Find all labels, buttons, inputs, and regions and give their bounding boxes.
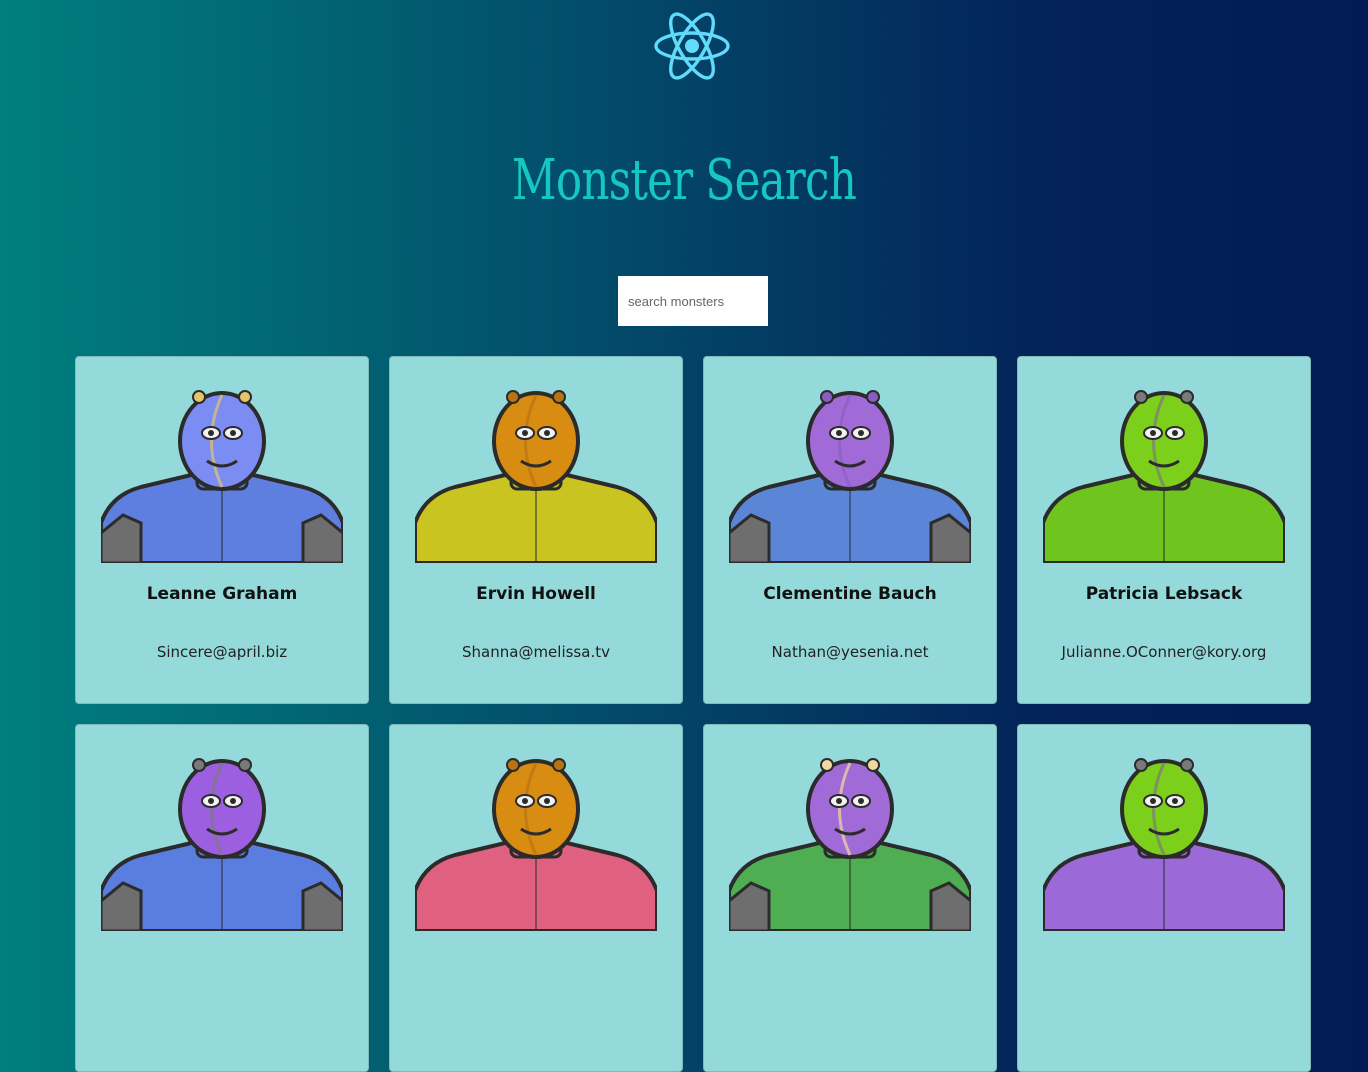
monster-name: Leanne Graham	[146, 584, 298, 604]
monster-email: Sincere@april.biz	[156, 643, 288, 661]
page-title: Monster Search	[511, 148, 857, 213]
monster-avatar-icon	[1043, 390, 1285, 563]
monster-avatar-icon	[415, 390, 657, 563]
monster-card[interactable]: Ervin Howell Shanna@melissa.tv	[389, 356, 683, 704]
monster-avatar-icon	[101, 390, 343, 563]
monster-avatar-icon	[415, 758, 657, 931]
monster-name: Clementine Bauch	[763, 584, 937, 604]
monster-card[interactable]	[1017, 724, 1311, 1072]
monster-card[interactable]	[389, 724, 683, 1072]
monster-card[interactable]	[703, 724, 997, 1072]
monster-email: Julianne.OConner@kory.org	[1061, 643, 1267, 661]
search-input[interactable]	[618, 276, 768, 326]
monster-card[interactable]: Patricia Lebsack Julianne.OConner@kory.or…	[1017, 356, 1311, 704]
monster-email: Shanna@melissa.tv	[462, 643, 610, 661]
monster-card[interactable]	[75, 724, 369, 1072]
monster-avatar-icon	[101, 758, 343, 931]
monster-name: Ervin Howell	[476, 584, 596, 604]
monster-email: Nathan@yesenia.net	[771, 643, 929, 661]
monster-avatar-icon	[1043, 758, 1285, 931]
react-atom-icon	[654, 12, 730, 80]
monster-avatar-icon	[729, 390, 971, 563]
monster-card[interactable]: Leanne Graham Sincere@april.biz	[75, 356, 369, 704]
monster-name: Patricia Lebsack	[1085, 584, 1243, 604]
monster-card[interactable]: Clementine Bauch Nathan@yesenia.net	[703, 356, 997, 704]
monster-avatar-icon	[729, 758, 971, 931]
monster-card-list: Leanne Graham Sincere@april.biz Ervin Howe…	[75, 356, 1311, 1072]
